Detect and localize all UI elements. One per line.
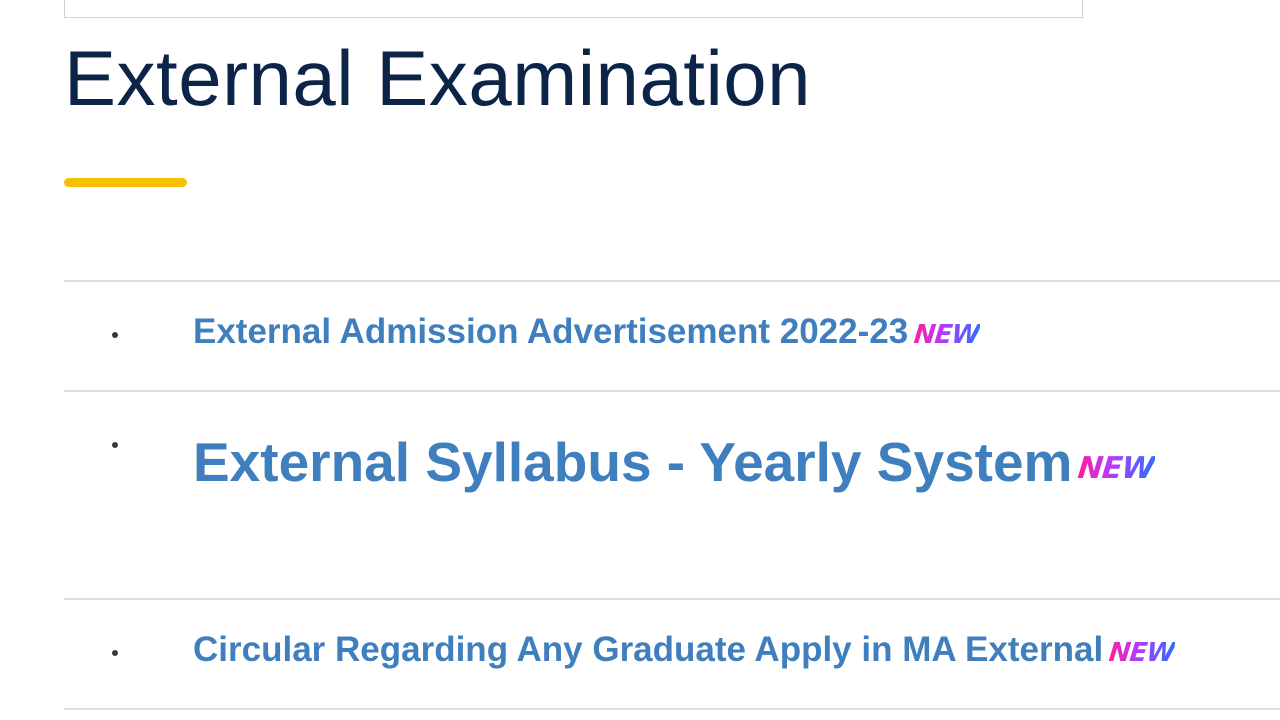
syllabus-yearly-system-link[interactable]: External Syllabus - Yearly System NEW bbox=[193, 430, 1157, 494]
graduate-ma-external-circular-link[interactable]: Circular Regarding Any Graduate Apply in… bbox=[193, 630, 1176, 670]
new-badge: NEW bbox=[1107, 638, 1176, 668]
bullet-icon bbox=[112, 442, 118, 448]
new-badge: NEW bbox=[1076, 451, 1157, 486]
link-label: Circular Regarding Any Graduate Apply in… bbox=[193, 630, 1104, 669]
admission-advertisement-link[interactable]: External Admission Advertisement 2022-23… bbox=[193, 312, 981, 352]
link-label: External Syllabus - Yearly System bbox=[193, 431, 1073, 493]
link-label: External Admission Advertisement 2022-23 bbox=[193, 312, 909, 351]
new-badge: NEW bbox=[912, 320, 981, 350]
page-title: External Examination bbox=[64, 34, 812, 122]
divider bbox=[64, 598, 1280, 600]
divider bbox=[64, 390, 1280, 392]
bullet-icon bbox=[112, 650, 118, 656]
divider bbox=[64, 708, 1280, 710]
divider bbox=[64, 280, 1280, 282]
top-content-box bbox=[64, 0, 1083, 18]
bullet-icon bbox=[112, 332, 118, 338]
title-underline bbox=[64, 178, 187, 187]
